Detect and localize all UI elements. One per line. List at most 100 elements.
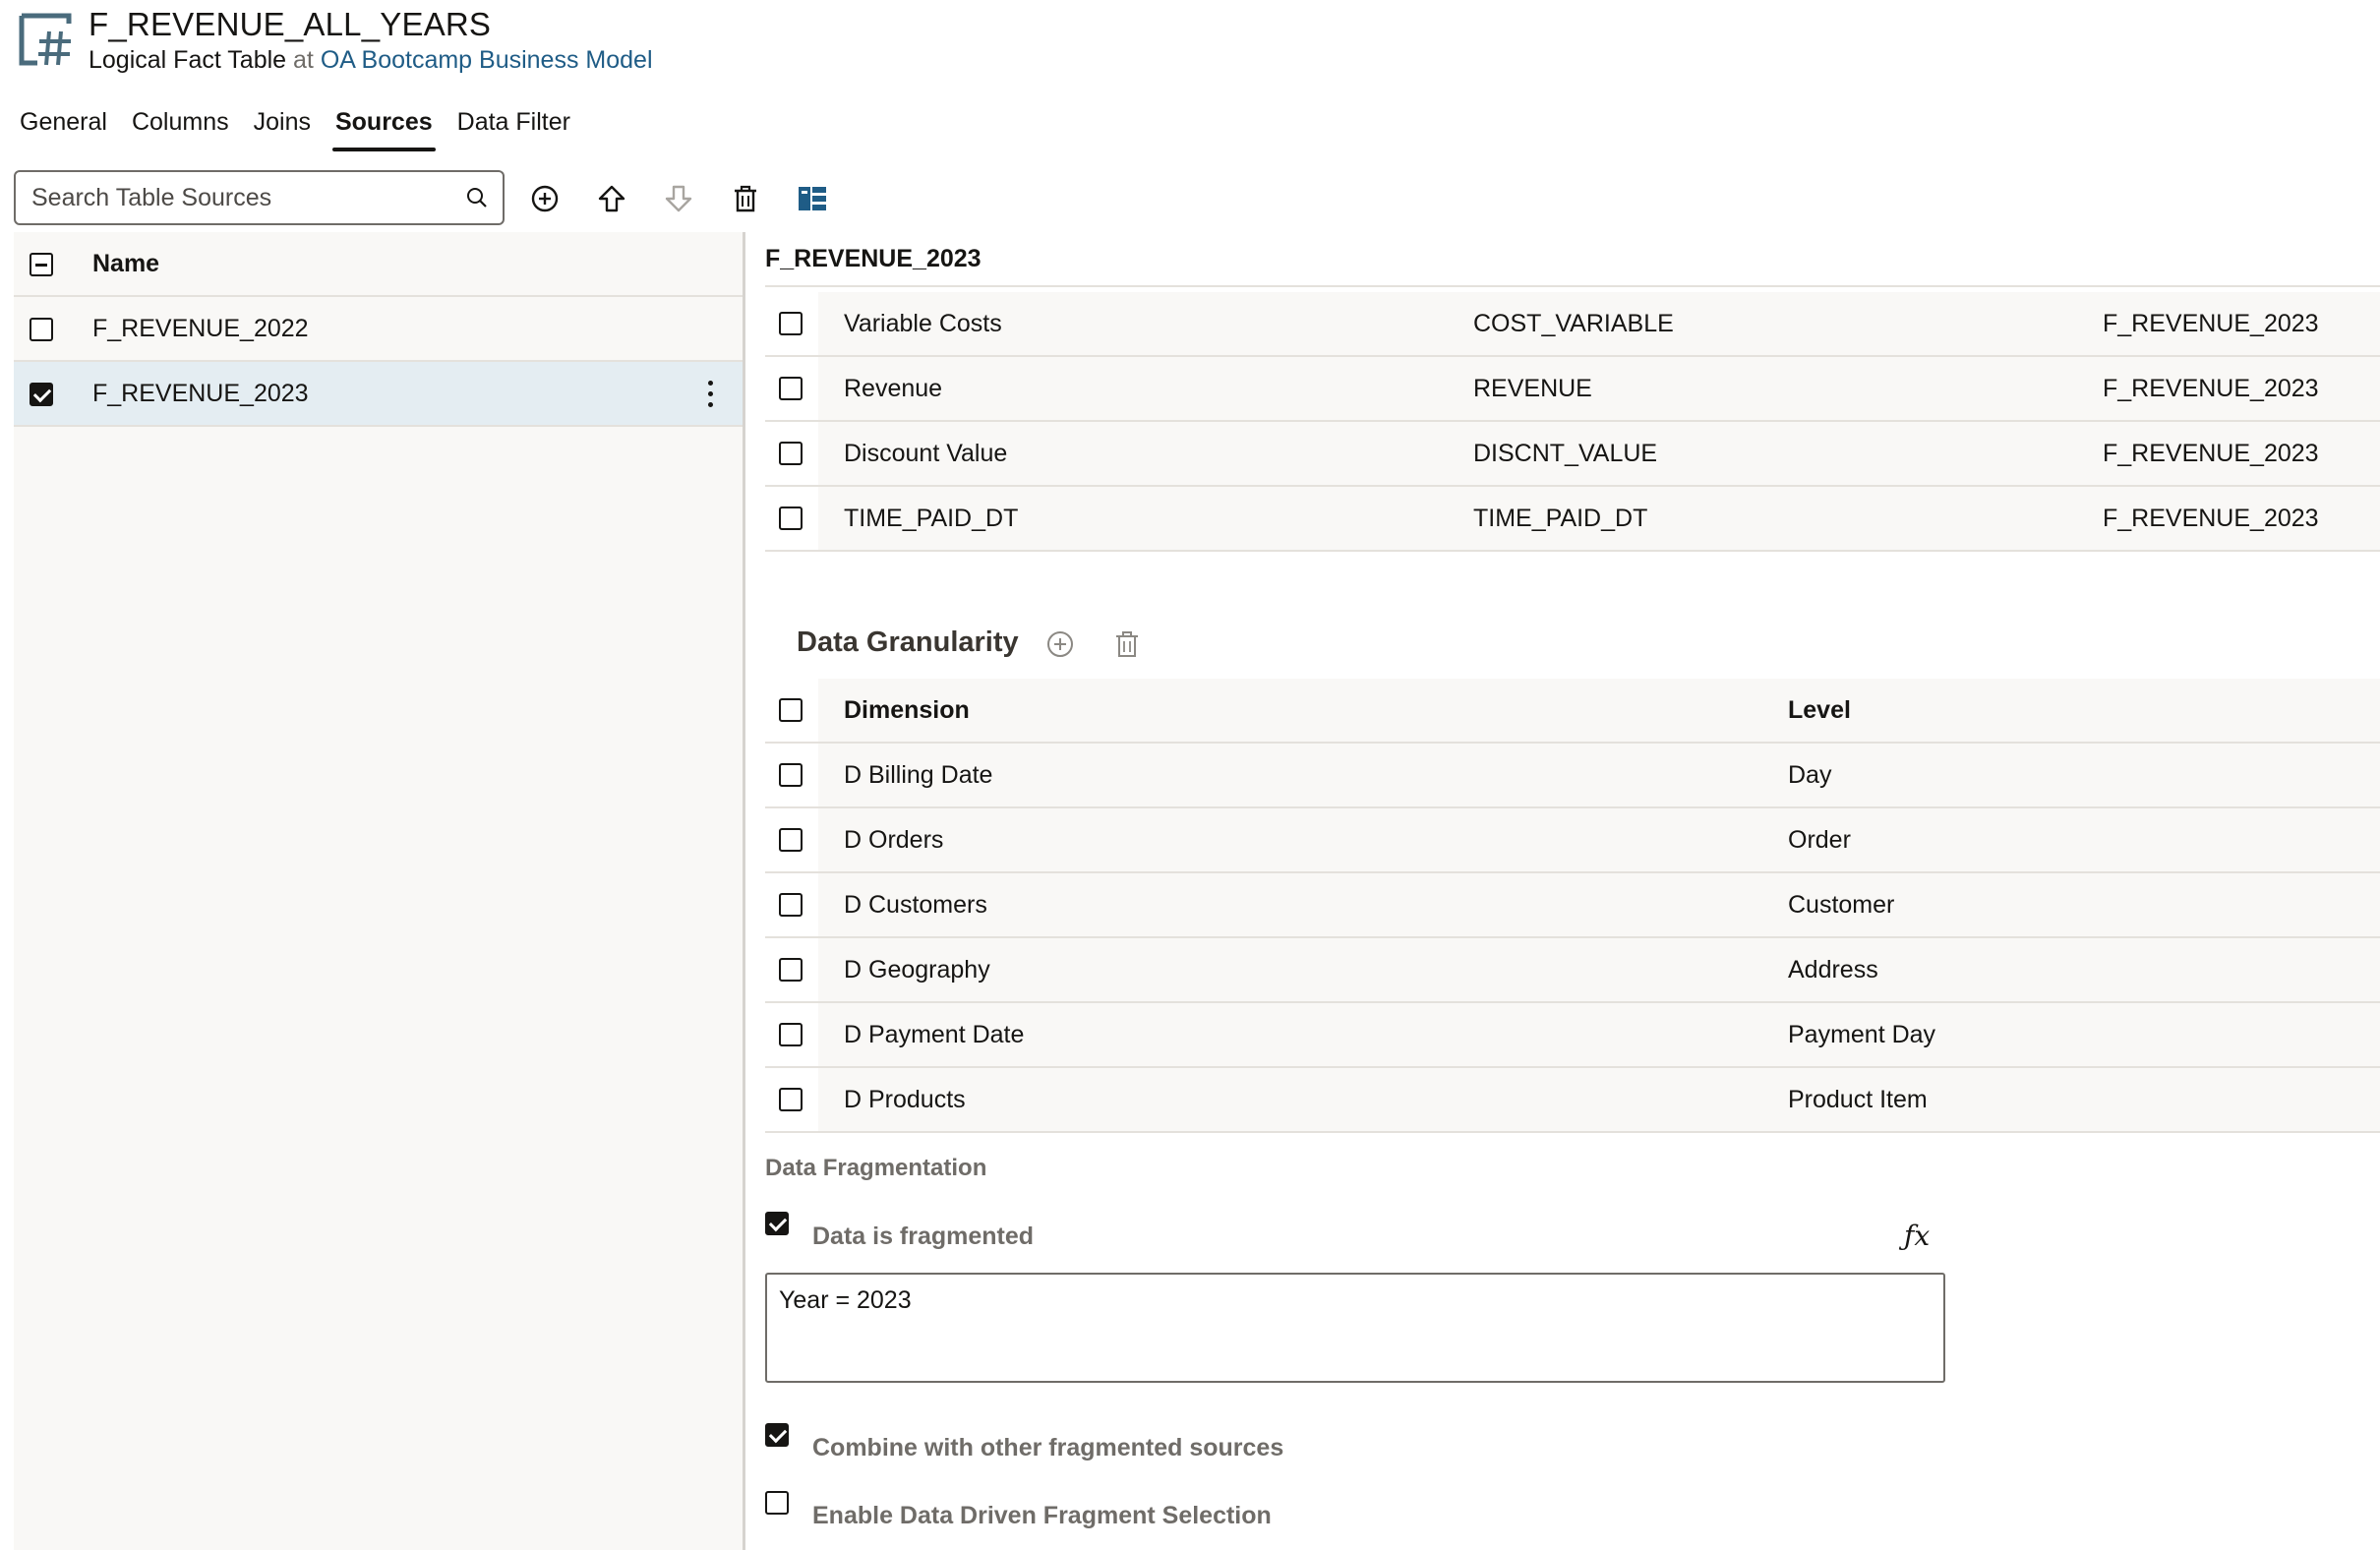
sources-list: Name F_REVENUE_2022 F_REVENUE_2023: [14, 232, 743, 1550]
tab-bar: General Columns Joins Sources Data Filte…: [20, 108, 595, 151]
add-granularity-button[interactable]: [1045, 629, 1077, 661]
dimension-name: D Products: [844, 1086, 966, 1113]
mapping-row[interactable]: Revenue REVENUE F_REVENUE_2023: [765, 357, 2380, 422]
move-up-button[interactable]: [594, 181, 629, 216]
logical-column: Revenue: [844, 375, 943, 402]
business-model-link[interactable]: OA Bootcamp Business Model: [321, 46, 653, 74]
source-row[interactable]: F_REVENUE_2022: [14, 297, 743, 362]
physical-source: F_REVENUE_2023: [2103, 440, 2319, 467]
physical-source: F_REVENUE_2023: [2103, 310, 2319, 337]
add-source-button[interactable]: [527, 181, 563, 216]
move-down-icon: [665, 185, 692, 212]
search-input[interactable]: [31, 172, 445, 223]
object-subtitle: Logical Fact Table at OA Bootcamp Busine…: [89, 46, 653, 75]
level-column-header: Level: [1788, 696, 1851, 724]
source-row-selected[interactable]: F_REVENUE_2023: [14, 362, 743, 427]
granularity-row[interactable]: D Geography Address: [765, 938, 2380, 1003]
mapping-checkbox[interactable]: [779, 507, 803, 530]
fragmentation-expression-field[interactable]: Year = 2023: [765, 1273, 1945, 1383]
mapping-checkbox[interactable]: [779, 312, 803, 335]
logical-column: Variable Costs: [844, 310, 1002, 337]
granularity-row[interactable]: D Billing Date Day: [765, 744, 2380, 808]
move-down-button[interactable]: [661, 181, 696, 216]
tab-columns[interactable]: Columns: [132, 108, 229, 151]
detail-view-button[interactable]: [795, 181, 830, 216]
logical-column: TIME_PAID_DT: [844, 505, 1019, 532]
mapping-checkbox[interactable]: [779, 442, 803, 465]
dimension-name: D Customers: [844, 891, 987, 919]
page-title: F_REVENUE_ALL_YEARS: [89, 6, 492, 42]
name-column-header: Name: [92, 250, 160, 277]
tab-data-filter[interactable]: Data Filter: [457, 108, 570, 151]
level-name: Address: [1788, 956, 1878, 984]
delete-icon: [735, 185, 756, 212]
combine-fragmented-label: Combine with other fragmented sources: [812, 1434, 1284, 1461]
add-icon: [1047, 631, 1073, 657]
data-driven-fragment-label: Enable Data Driven Fragment Selection: [812, 1502, 1272, 1529]
granularity-checkbox[interactable]: [779, 1088, 803, 1111]
more-actions-icon[interactable]: [700, 378, 720, 411]
granularity-checkbox[interactable]: [779, 893, 803, 917]
select-all-granularity-checkbox[interactable]: [779, 698, 803, 722]
source-checkbox[interactable]: [30, 383, 53, 406]
delete-icon: [1116, 631, 1138, 657]
mapping-row[interactable]: TIME_PAID_DT TIME_PAID_DT F_REVENUE_2023: [765, 487, 2380, 552]
granularity-checkbox[interactable]: [779, 763, 803, 787]
granularity-row[interactable]: D Products Product Item: [765, 1068, 2380, 1133]
level-name: Product Item: [1788, 1086, 1928, 1113]
source-name: F_REVENUE_2023: [92, 380, 309, 407]
level-name: Customer: [1788, 891, 1895, 919]
data-fragmentation-title: Data Fragmentation: [765, 1155, 987, 1181]
mapping-expression: TIME_PAID_DT: [1473, 505, 1648, 532]
mapping-expression: COST_VARIABLE: [1473, 310, 1674, 337]
add-icon: [531, 185, 559, 212]
dimension-name: D Billing Date: [844, 761, 993, 789]
granularity-row[interactable]: D Payment Date Payment Day: [765, 1003, 2380, 1068]
combine-fragmented-checkbox[interactable]: [765, 1423, 789, 1447]
dimension-name: D Orders: [844, 826, 944, 854]
tab-general[interactable]: General: [20, 108, 107, 151]
delete-source-button[interactable]: [728, 181, 763, 216]
mapping-row[interactable]: Variable Costs COST_VARIABLE F_REVENUE_2…: [765, 292, 2380, 357]
panel-divider[interactable]: [743, 232, 745, 1550]
data-driven-fragment-checkbox[interactable]: [765, 1491, 789, 1515]
object-type: Logical Fact Table: [89, 46, 287, 74]
source-name: F_REVENUE_2022: [92, 315, 309, 342]
at-word: at: [293, 46, 314, 74]
delete-granularity-button[interactable]: [1112, 629, 1144, 661]
data-is-fragmented-checkbox[interactable]: [765, 1212, 789, 1235]
sources-list-header: Name: [14, 232, 743, 297]
mapping-row[interactable]: Discount Value DISCNT_VALUE F_REVENUE_20…: [765, 422, 2380, 487]
granularity-row[interactable]: D Orders Order: [765, 808, 2380, 873]
granularity-header-row: Dimension Level: [765, 679, 2380, 744]
granularity-checkbox[interactable]: [779, 1023, 803, 1046]
tab-joins[interactable]: Joins: [254, 108, 311, 151]
move-up-icon: [598, 185, 625, 212]
level-name: Day: [1788, 761, 1832, 789]
mapping-expression: DISCNT_VALUE: [1473, 440, 1658, 467]
search-box: [14, 170, 505, 225]
select-all-checkbox[interactable]: [30, 253, 53, 276]
detail-title: F_REVENUE_2023: [765, 245, 982, 272]
granularity-row[interactable]: D Customers Customer: [765, 873, 2380, 938]
data-granularity-title: Data Granularity: [797, 626, 1019, 658]
physical-source: F_REVENUE_2023: [2103, 375, 2319, 402]
granularity-checkbox[interactable]: [779, 828, 803, 852]
dimension-column-header: Dimension: [844, 696, 970, 724]
search-icon[interactable]: [465, 186, 489, 209]
dimension-name: D Geography: [844, 956, 990, 984]
source-checkbox[interactable]: [30, 318, 53, 341]
dimension-name: D Payment Date: [844, 1021, 1025, 1048]
tab-sources[interactable]: Sources: [331, 108, 436, 151]
level-name: Payment Day: [1788, 1021, 1936, 1048]
detail-view-icon: [799, 187, 826, 210]
granularity-checkbox[interactable]: [779, 958, 803, 982]
mapping-checkbox[interactable]: [779, 377, 803, 400]
logical-fact-table-icon: [18, 12, 73, 67]
data-is-fragmented-label: Data is fragmented: [812, 1222, 1035, 1250]
expression-builder-icon[interactable]: ƒx: [1904, 1220, 1930, 1252]
level-name: Order: [1788, 826, 1851, 854]
physical-source: F_REVENUE_2023: [2103, 505, 2319, 532]
title-divider: [765, 285, 2380, 287]
mapping-expression: REVENUE: [1473, 375, 1592, 402]
